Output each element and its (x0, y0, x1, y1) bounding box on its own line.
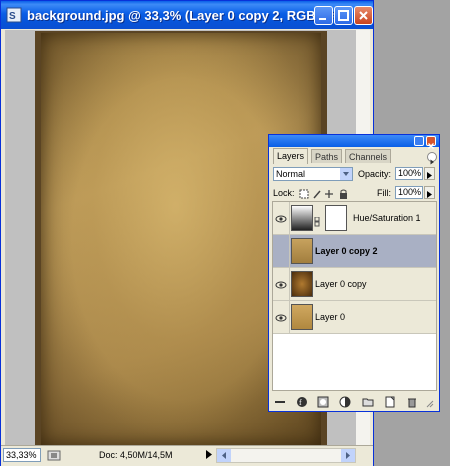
opacity-slider-arrow[interactable] (424, 167, 435, 180)
palette-menu-icon[interactable] (427, 152, 437, 165)
palette-bottom-toolbar: f (272, 395, 437, 409)
layer-style-icon[interactable]: f (296, 395, 308, 407)
lock-label: Lock: (273, 188, 295, 198)
maximize-button[interactable] (334, 6, 353, 25)
scroll-right-icon[interactable] (341, 449, 355, 462)
layer-thumbnail (291, 304, 313, 330)
layer-thumbnail (291, 271, 313, 297)
fill-slider-arrow[interactable] (424, 186, 435, 199)
document-title: background.jpg @ 33,3% (Layer 0 copy 2, … (27, 8, 339, 23)
tab-layers[interactable]: Layers (273, 148, 309, 164)
svg-text:S: S (9, 11, 16, 22)
trash-icon[interactable] (406, 395, 418, 408)
palette-tabs: Layers Paths Channels (271, 148, 437, 164)
layer-mask-thumbnail (325, 205, 347, 231)
layer-row-hue-saturation[interactable]: Hue/Saturation 1 (273, 202, 436, 235)
document-titlebar[interactable]: S background.jpg @ 33,3% (Layer 0 copy 2… (1, 1, 373, 29)
eye-icon[interactable] (275, 311, 287, 323)
navigator-icon[interactable] (47, 449, 61, 461)
close-button[interactable] (354, 6, 373, 25)
layer-name: Hue/Saturation 1 (353, 213, 421, 223)
tab-channels[interactable]: Channels (345, 149, 392, 163)
palette-minimize-button[interactable] (414, 136, 424, 146)
opacity-field[interactable]: 100% (395, 167, 423, 180)
link-chain-icon (314, 214, 320, 232)
new-group-icon[interactable] (362, 395, 374, 407)
adjustment-layer-icon[interactable] (339, 395, 351, 408)
layer-thumbnail (291, 238, 313, 264)
chevron-down-icon[interactable] (340, 168, 352, 180)
fill-field[interactable]: 100% (395, 186, 423, 199)
lock-options (299, 187, 359, 199)
fill-label: Fill: (377, 188, 391, 198)
blend-mode-value: Normal (276, 169, 306, 179)
horizontal-scrollbar[interactable] (216, 448, 356, 463)
add-mask-icon[interactable] (317, 395, 329, 408)
opacity-label: Opacity: (358, 169, 392, 179)
lock-transparent-icon (299, 189, 309, 199)
palette-close-button[interactable] (426, 136, 436, 149)
minimize-button[interactable] (314, 6, 333, 25)
eye-icon[interactable] (275, 278, 287, 290)
blend-mode-select[interactable]: Normal (273, 167, 353, 181)
layer-name: Layer 0 copy (315, 279, 367, 289)
lock-pixels-icon (313, 190, 321, 199)
new-layer-icon[interactable] (384, 395, 396, 408)
layer-name: Layer 0 copy 2 (315, 246, 378, 256)
layer-row-layer-0-copy[interactable]: Layer 0 copy (273, 268, 436, 301)
layer-row-layer-0[interactable]: Layer 0 (273, 301, 436, 334)
lock-position-icon (325, 190, 333, 198)
scroll-left-icon[interactable] (217, 449, 231, 462)
layer-row-layer-0-copy-2[interactable]: Layer 0 copy 2 (273, 235, 436, 268)
svg-text:f: f (299, 398, 302, 407)
lock-all-icon (340, 193, 347, 199)
layer-list: Hue/Saturation 1 Layer 0 copy 2 Layer 0 … (272, 201, 437, 391)
link-layers-icon[interactable] (274, 395, 286, 407)
palette-titlebar[interactable] (269, 135, 439, 149)
photoshop-doc-icon: S (6, 7, 22, 23)
adjustment-thumbnail (291, 205, 313, 231)
status-menu-arrow-icon[interactable] (206, 450, 212, 461)
layer-name: Layer 0 (315, 312, 346, 322)
eye-icon[interactable] (275, 212, 287, 224)
zoom-field[interactable]: 33,33% (3, 448, 41, 462)
resize-grip-icon[interactable] (422, 395, 434, 408)
layers-palette: Layers Paths Channels Normal Opacity: 10… (268, 134, 440, 412)
tab-paths[interactable]: Paths (311, 149, 343, 163)
document-size-info: Doc: 4,50M/14,5M (99, 450, 173, 460)
status-bar: 33,33% Doc: 4,50M/14,5M (1, 445, 373, 466)
